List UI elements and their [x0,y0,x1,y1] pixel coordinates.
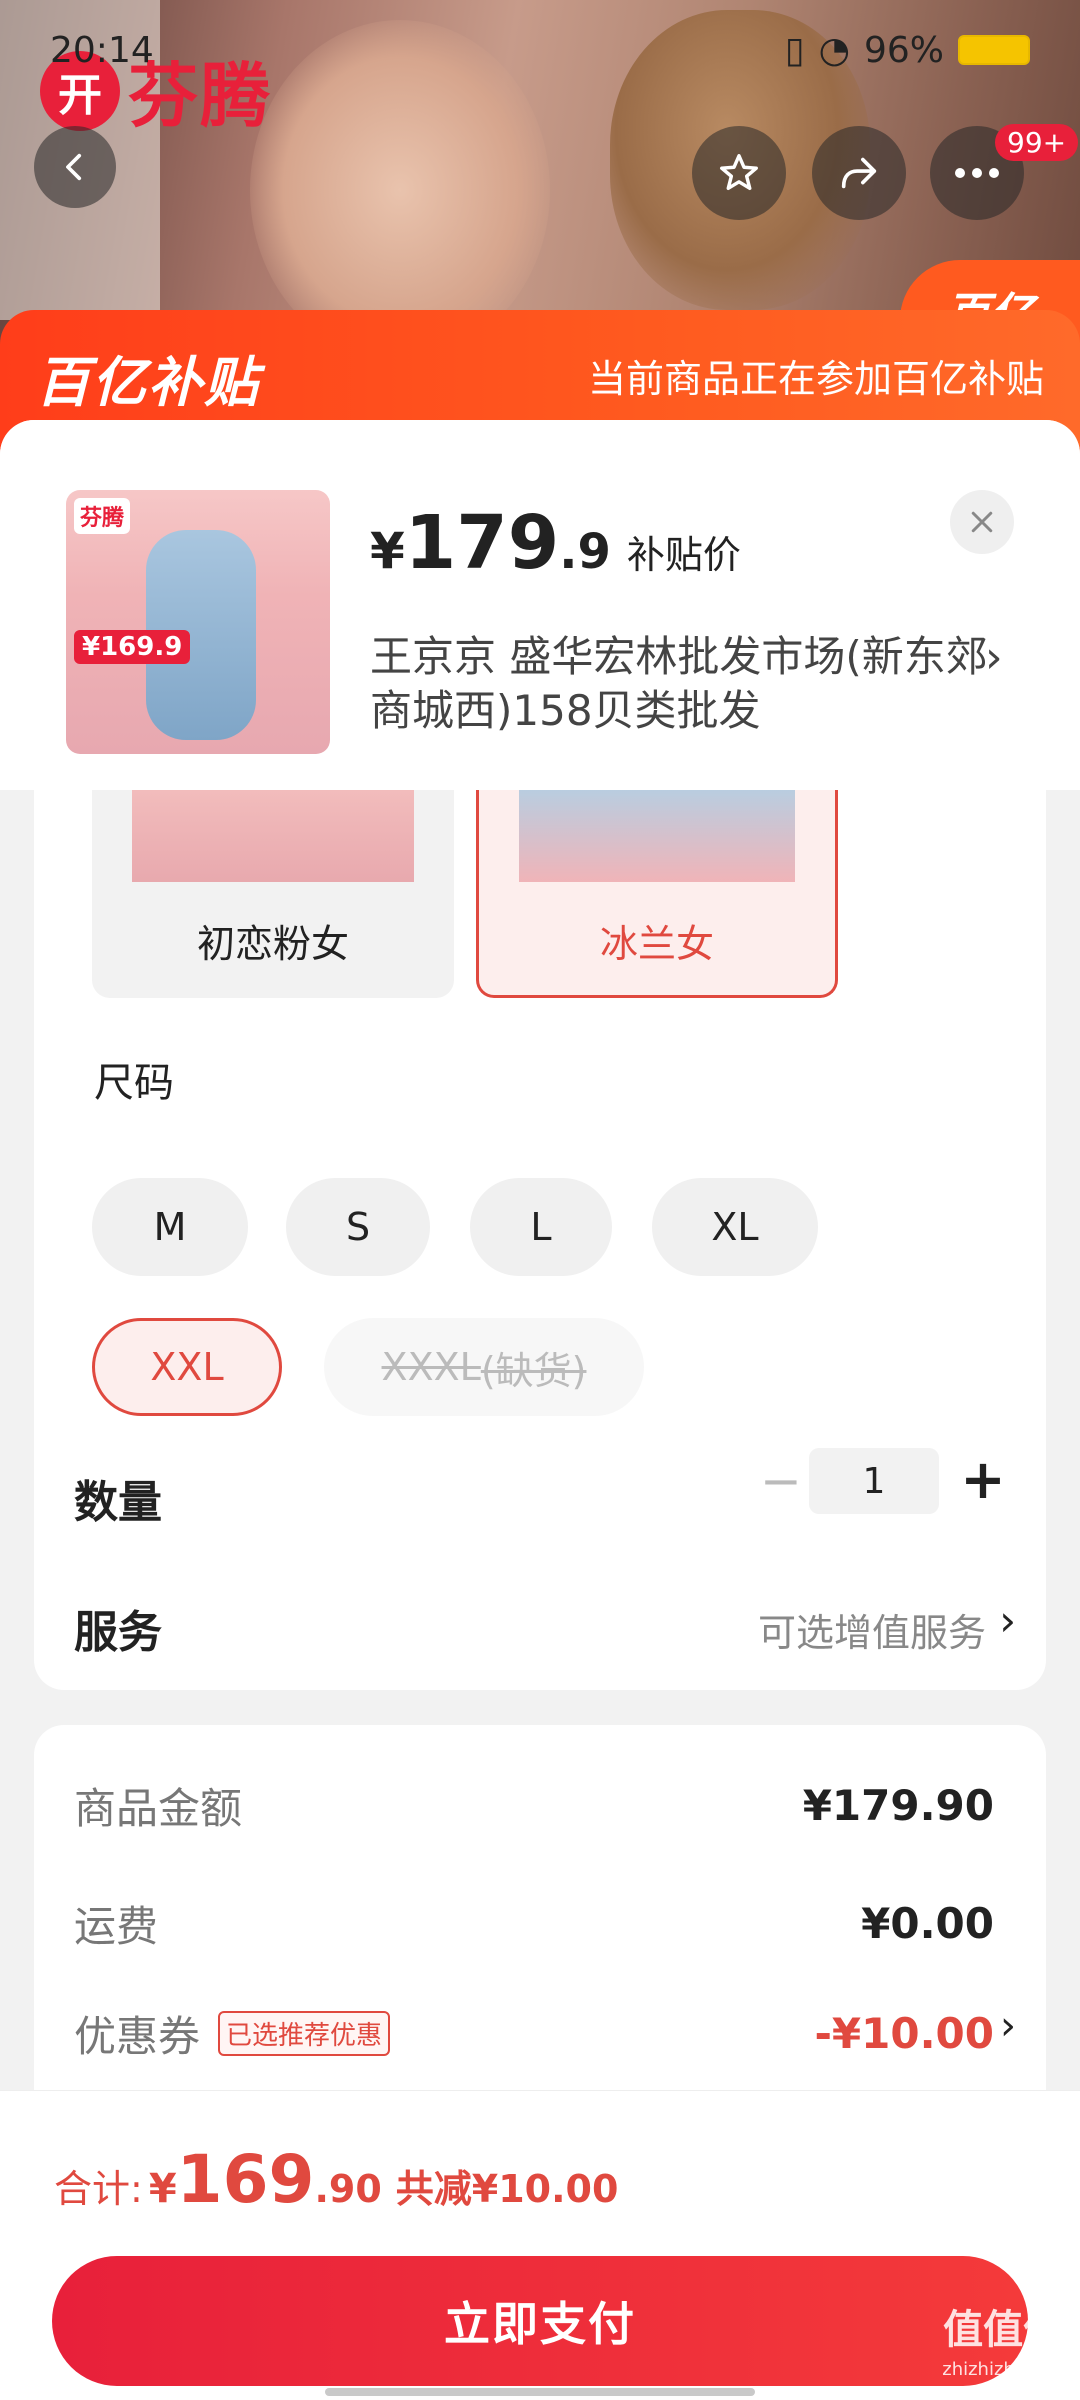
checkout-bar: 合计: ¥ 169 .90 共减¥10.00 立即支付 [0,2090,1080,2400]
order-summary: 商品金额 ¥179.90 运费 ¥0.00 优惠券 已选推荐优惠 -¥10.00… [34,1725,1046,2125]
star-icon [720,154,758,191]
notification-badge: 99+ [995,124,1079,161]
coupon-row[interactable]: 优惠券 已选推荐优惠 -¥10.00 [74,2003,994,2064]
goods-amount-label: 商品金额 [74,1784,243,1833]
close-button[interactable] [950,490,1014,554]
size-option-l[interactable]: L [470,1178,612,1276]
price-currency: ¥ [370,522,405,580]
favorite-button[interactable] [692,126,786,220]
coupon-value: -¥10.00 [814,2009,994,2058]
coupon-label-group: 优惠券 已选推荐优惠 [74,2003,391,2064]
back-button[interactable] [34,126,116,208]
home-indicator[interactable] [325,2388,755,2396]
goods-amount-value: ¥179.90 [802,1781,994,1830]
price-decimal: .9 [559,524,611,580]
subsidy-note: 当前商品正在参加百亿补贴 [587,357,1044,401]
total-decimal: .90 [314,2167,382,2211]
product-header: 芬腾 ¥169.9 ¥ 179 .9 补贴价 王京京 盛华宏林批发市场(新东郊商… [0,420,1080,790]
status-time: 20:14 [50,29,154,71]
watermark-sub: zhizhizhi.com [942,2359,1064,2380]
pay-now-button[interactable]: 立即支付 [52,2256,1028,2386]
price-integer: 179 [404,500,560,586]
shipping-value: ¥0.00 [861,1899,994,1948]
thumbnail-price-tag: ¥169.9 [74,630,191,664]
color-thumbnail [519,790,795,882]
color-option-blue[interactable]: 冰兰女 [476,790,838,998]
chevron-right-icon: › [999,1596,1016,1645]
seller-address[interactable]: 王京京 盛华宏林批发市场(新东郊商城西)158贝类批发 [370,630,990,738]
shipping-label: 运费 [74,1902,159,1951]
coupon-tag: 已选推荐优惠 [218,2011,391,2056]
thumbnail-brand: 芬腾 [74,498,131,534]
size-title: 尺码 [94,1060,174,1106]
order-total: 合计: ¥ 169 .90 共减¥10.00 [54,2141,618,2218]
watermark: 值值值 zhizhizhi.com [942,2310,1064,2390]
size-option-m[interactable]: M [92,1178,248,1276]
battery-percent: 96% [863,29,944,71]
share-button[interactable] [812,126,906,220]
options-card: 初恋粉女 冰兰女 尺码 M S L XL XXL XXXL (缺货) 数量 − … [34,790,1046,1690]
color-option-pink[interactable]: 初恋粉女 [92,790,454,998]
product-thumbnail[interactable]: 芬腾 ¥169.9 [66,490,330,754]
subsidy-price: ¥ 179 .9 补贴价 [370,500,741,586]
price-label: 补贴价 [626,533,741,577]
out-of-stock-label: (缺货) [480,1348,587,1393]
chevron-right-icon: › [985,632,1003,683]
total-currency: ¥ [148,2166,177,2212]
size-option-s[interactable]: S [286,1178,430,1276]
shipping-row: 运费 ¥0.00 [74,1893,994,1954]
quantity-increase-button[interactable]: + [948,1444,1018,1514]
quantity-decrease-button[interactable]: − [746,1446,816,1516]
total-label: 合计: [54,2167,143,2211]
watermark-main: 值值值 [943,2307,1064,2353]
more-icon [955,168,999,178]
service-title: 服务 [74,1607,162,1658]
sim-icon: ▯ [784,29,805,71]
quantity-input[interactable]: 1 [809,1448,939,1514]
status-icons: ▯ ◔ 96% [785,30,1030,71]
subsidy-logo: 百亿补贴 [36,351,260,414]
color-label: 冰兰女 [599,921,714,966]
total-integer: 169 [176,2141,315,2218]
total-saved: 共减¥10.00 [395,2167,619,2211]
service-value[interactable]: 可选增值服务 [758,1602,986,1657]
size-option-xl[interactable]: XL [652,1178,818,1276]
color-label: 初恋粉女 [196,921,349,966]
size-option-xxl[interactable]: XXL [92,1318,282,1416]
share-icon [841,157,877,189]
chevron-left-icon [66,153,82,181]
chevron-right-icon: › [1000,2003,1016,2049]
size-option-xxxl: XXXL (缺货) [324,1318,644,1416]
coupon-label: 优惠券 [74,2012,201,2061]
battery-icon [958,35,1030,65]
color-thumbnail [132,790,414,882]
size-option-label: XXXL [381,1345,481,1389]
quantity-title: 数量 [74,1477,162,1528]
wifi-icon: ◔ [818,29,850,71]
close-icon [971,511,993,533]
goods-amount-row: 商品金额 ¥179.90 [74,1775,994,1836]
status-bar: 20:14 ▯ ◔ 96% [0,0,1080,100]
